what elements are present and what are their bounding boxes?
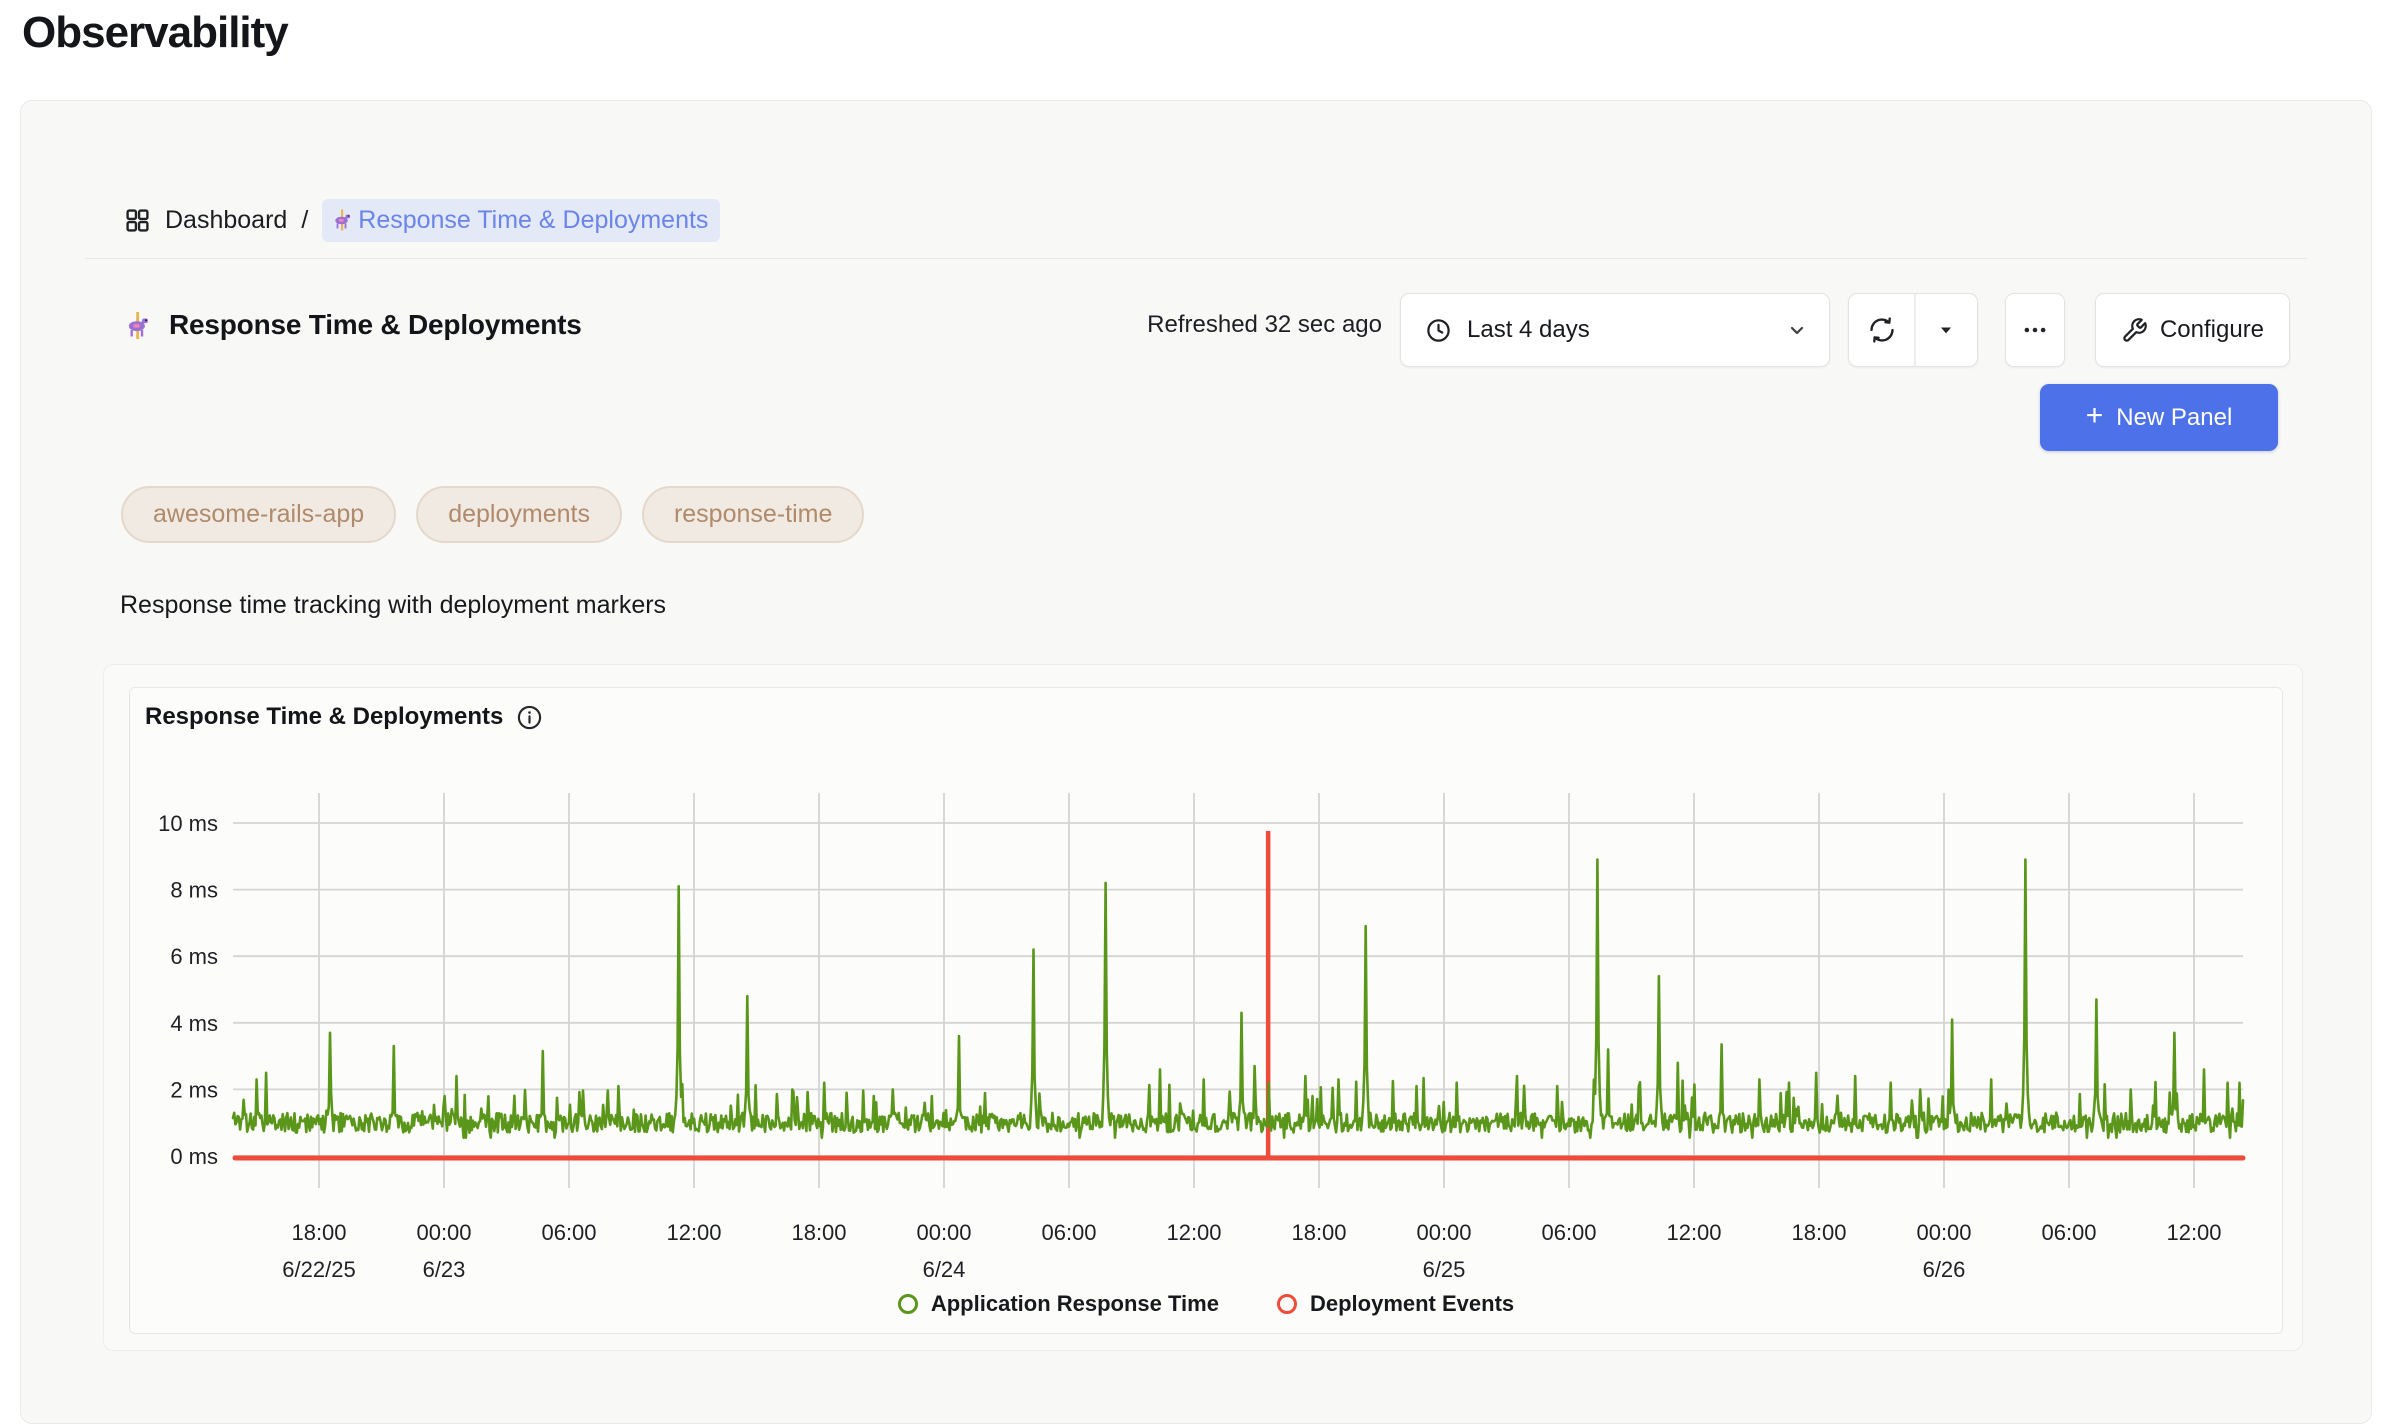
- legend-ring-deployments: [1277, 1294, 1297, 1314]
- svg-text:18:00: 18:00: [1791, 1220, 1846, 1245]
- tag-deployments[interactable]: deployments: [416, 486, 622, 543]
- breadcrumb-current[interactable]: Response Time & Deployments: [322, 199, 720, 242]
- refresh-split-button: [1848, 293, 1978, 367]
- svg-text:00:00: 00:00: [1916, 1220, 1971, 1245]
- svg-text:10 ms: 10 ms: [158, 811, 218, 836]
- ellipsis-icon: [2022, 317, 2048, 343]
- time-range-select[interactable]: Last 4 days: [1400, 293, 1830, 367]
- more-options-button[interactable]: [2005, 293, 2065, 367]
- clock-icon: [1425, 317, 1452, 344]
- refresh-icon: [1868, 316, 1896, 344]
- caret-down-icon: [1936, 320, 1956, 340]
- svg-text:2 ms: 2 ms: [170, 1077, 218, 1102]
- svg-text:00:00: 00:00: [416, 1220, 471, 1245]
- svg-text:6/25: 6/25: [1423, 1257, 1466, 1282]
- series-response-time: [233, 860, 2243, 1138]
- dashboard-card: Dashboard / Response Time & Deployments: [20, 100, 2372, 1424]
- legend-ring-response-time: [898, 1294, 918, 1314]
- breadcrumb-separator: /: [301, 206, 308, 235]
- tools-icon: [2121, 317, 2148, 344]
- legend-item-deployments[interactable]: Deployment Events: [1277, 1291, 1514, 1317]
- dashboard-grid-icon: [124, 207, 151, 234]
- refresh-button[interactable]: [1849, 294, 1914, 366]
- time-range-value: Last 4 days: [1467, 316, 1590, 344]
- panel-header: Response Time & Deployments: [122, 301, 582, 349]
- panel-title: Response Time & Deployments: [169, 309, 582, 341]
- svg-text:00:00: 00:00: [916, 1220, 971, 1245]
- chart-legend: Application Response Time Deployment Eve…: [130, 1291, 2282, 1317]
- svg-text:06:00: 06:00: [1041, 1220, 1096, 1245]
- svg-text:18:00: 18:00: [291, 1220, 346, 1245]
- svg-text:18:00: 18:00: [791, 1220, 846, 1245]
- chart-title-row: Response Time & Deployments: [145, 703, 543, 731]
- page-title: Observability: [22, 8, 288, 58]
- svg-text:12:00: 12:00: [666, 1220, 721, 1245]
- svg-text:06:00: 06:00: [1541, 1220, 1596, 1245]
- info-icon[interactable]: [516, 704, 543, 731]
- legend-item-response-time[interactable]: Application Response Time: [898, 1291, 1219, 1317]
- header-divider: [85, 258, 2307, 259]
- new-panel-label: New Panel: [2116, 404, 2232, 432]
- breadcrumb-dashboard-link[interactable]: Dashboard: [165, 206, 287, 235]
- svg-text:0 ms: 0 ms: [170, 1144, 218, 1169]
- panel-description: Response time tracking with deployment m…: [120, 591, 666, 620]
- refreshed-status: Refreshed 32 sec ago: [1090, 301, 1382, 349]
- refresh-interval-dropdown[interactable]: [1916, 294, 1977, 366]
- svg-text:00:00: 00:00: [1416, 1220, 1471, 1245]
- axis-labels: 0 ms 2 ms 4 ms 6 ms 8 ms 10 ms 18:00 6/22/25 00:…: [158, 811, 2221, 1282]
- chart-title: Response Time & Deployments: [145, 703, 503, 731]
- new-panel-button[interactable]: + New Panel: [2040, 384, 2278, 451]
- svg-text:6/23: 6/23: [423, 1257, 466, 1282]
- tag-list: awesome-rails-app deployments response-t…: [121, 486, 864, 543]
- svg-text:8 ms: 8 ms: [170, 878, 218, 903]
- carousel-horse-icon: [122, 310, 153, 341]
- breadcrumb: Dashboard / Response Time & Deployments: [124, 193, 720, 247]
- svg-text:6/26: 6/26: [1923, 1257, 1966, 1282]
- chart-svg: 0 ms 2 ms 4 ms 6 ms 8 ms 10 ms 18:00 6/22/25 00:…: [130, 688, 2284, 1335]
- configure-button[interactable]: Configure: [2095, 293, 2290, 367]
- legend-label-response-time: Application Response Time: [931, 1291, 1219, 1317]
- tag-response-time[interactable]: response-time: [642, 486, 864, 543]
- carousel-horse-icon: [330, 208, 354, 232]
- chevron-down-icon: [1785, 318, 1809, 342]
- legend-label-deployments: Deployment Events: [1310, 1291, 1514, 1317]
- chart-card: 0 ms 2 ms 4 ms 6 ms 8 ms 10 ms 18:00 6/22/25 00:…: [103, 664, 2303, 1351]
- plus-icon: +: [2086, 401, 2104, 431]
- svg-text:4 ms: 4 ms: [170, 1011, 218, 1036]
- svg-text:6/24: 6/24: [923, 1257, 966, 1282]
- breadcrumb-current-label: Response Time & Deployments: [358, 206, 708, 235]
- svg-text:6/22/25: 6/22/25: [282, 1257, 355, 1282]
- svg-text:06:00: 06:00: [541, 1220, 596, 1245]
- tag-awesome-rails-app[interactable]: awesome-rails-app: [121, 486, 396, 543]
- configure-label: Configure: [2160, 316, 2264, 344]
- chart-panel: 0 ms 2 ms 4 ms 6 ms 8 ms 10 ms 18:00 6/22/25 00:…: [129, 687, 2283, 1334]
- svg-text:18:00: 18:00: [1291, 1220, 1346, 1245]
- svg-text:06:00: 06:00: [2041, 1220, 2096, 1245]
- svg-text:12:00: 12:00: [1166, 1220, 1221, 1245]
- svg-text:6 ms: 6 ms: [170, 944, 218, 969]
- svg-text:12:00: 12:00: [2166, 1220, 2221, 1245]
- svg-text:12:00: 12:00: [1666, 1220, 1721, 1245]
